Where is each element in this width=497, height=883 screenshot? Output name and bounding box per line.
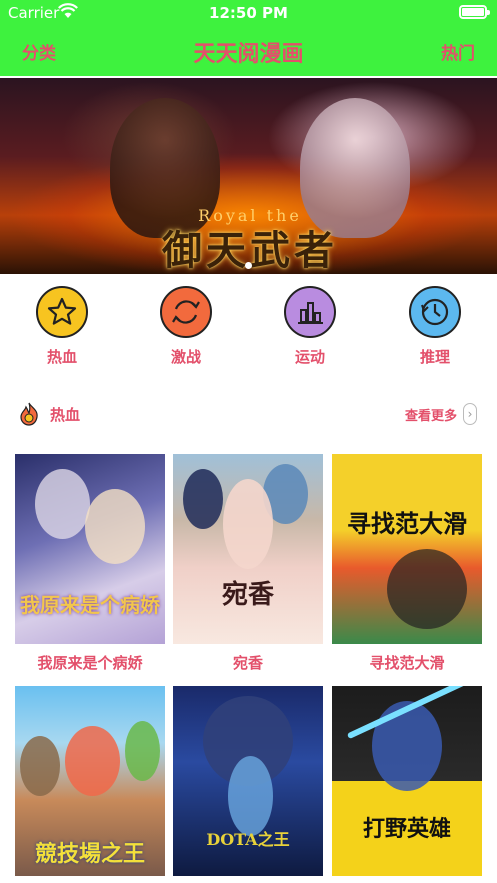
- category-label: 激战: [170, 348, 201, 366]
- page-title: 天天阅漫画: [193, 42, 304, 67]
- cover-title: DOTA之王: [206, 830, 290, 849]
- category-circle: [409, 286, 461, 338]
- comic-card[interactable]: 宛香 宛香: [173, 454, 323, 673]
- comic-cover[interactable]: 寻找范大滑: [332, 454, 482, 644]
- refresh-icon: [172, 300, 200, 324]
- comic-card[interactable]: 競技場之王: [15, 686, 165, 876]
- comic-cover[interactable]: 競技場之王: [15, 686, 165, 876]
- category-item-yundong[interactable]: 运动: [265, 286, 355, 367]
- bar-chart-icon: [298, 302, 323, 324]
- comic-card[interactable]: 我原来是个病娇 我原来是个病娇: [15, 454, 165, 673]
- category-circle: [284, 286, 336, 338]
- carousel-dot-active[interactable]: [245, 262, 252, 269]
- category-item-tuili[interactable]: 推理: [390, 286, 480, 367]
- carousel-indicator: [0, 254, 497, 273]
- status-bar: Carrier 12:50 PM: [0, 0, 497, 26]
- comic-card[interactable]: 打野英雄: [332, 686, 482, 876]
- cover-title: 寻找范大滑: [347, 509, 467, 538]
- comic-cover[interactable]: 打野英雄: [332, 686, 482, 876]
- comic-card[interactable]: DOTA之王: [173, 686, 323, 876]
- comic-name[interactable]: 宛香: [173, 652, 323, 673]
- section-title: 热血: [50, 406, 81, 424]
- cover-title: 打野英雄: [362, 816, 451, 842]
- category-label: 运动: [294, 348, 325, 366]
- cover-title: 我原来是个病娇: [20, 593, 160, 617]
- comic-cover[interactable]: 宛香: [173, 454, 323, 644]
- hot-button[interactable]: 热门: [441, 39, 475, 64]
- category-circle: [160, 286, 212, 338]
- section-header: 热血 查看更多 ›: [0, 398, 497, 432]
- chevron-right-icon[interactable]: ›: [463, 403, 477, 425]
- clock-icon: [421, 298, 449, 326]
- category-circle: [36, 286, 88, 338]
- status-time: 12:50 PM: [209, 4, 288, 22]
- battery-icon: [459, 5, 490, 19]
- comic-cover[interactable]: DOTA之王: [173, 686, 323, 876]
- top-bar: Carrier 12:50 PM 分类 天天阅漫画 热门: [0, 0, 497, 76]
- category-item-jizhan[interactable]: 激战: [141, 286, 231, 367]
- banner-carousel[interactable]: Royal the 御天武者: [0, 78, 497, 274]
- star-icon: [47, 297, 77, 325]
- comic-name[interactable]: 寻找范大滑: [332, 652, 482, 673]
- flame-icon: [20, 402, 38, 426]
- category-label: 推理: [419, 348, 450, 366]
- cover-title: 宛香: [221, 580, 274, 610]
- comic-name[interactable]: 我原来是个病娇: [15, 652, 165, 673]
- comic-card[interactable]: 寻找范大滑 寻找范大滑: [332, 454, 482, 673]
- comic-cover[interactable]: 我原来是个病娇: [15, 454, 165, 644]
- cover-title: 競技場之王: [34, 841, 145, 867]
- category-label: 热血: [46, 348, 77, 366]
- category-item-rexue[interactable]: 热血: [17, 286, 107, 367]
- category-row: 热血 激战 运动 推理: [0, 286, 497, 376]
- view-more-link[interactable]: 查看更多: [405, 405, 457, 424]
